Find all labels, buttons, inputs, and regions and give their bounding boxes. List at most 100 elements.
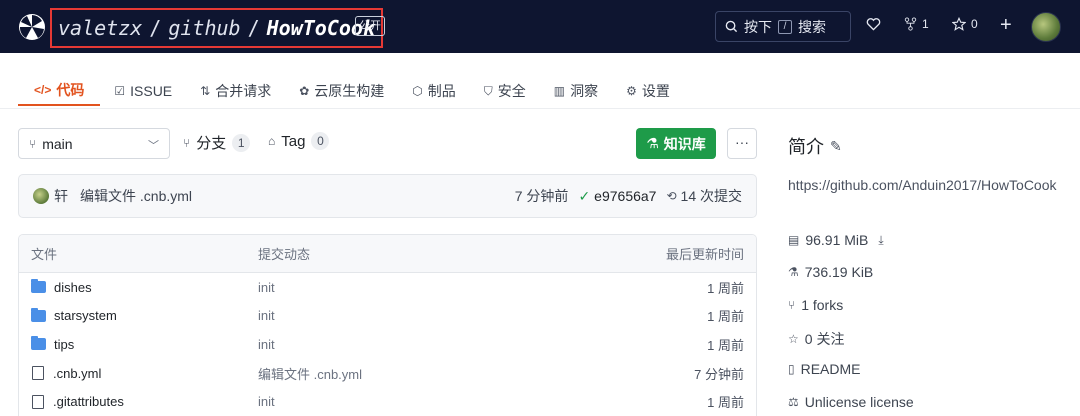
book-icon: ▯ — [788, 362, 795, 376]
tags-label: Tag — [281, 132, 306, 150]
file-time: 1 周前 — [707, 337, 744, 353]
file-name[interactable]: starsystem — [54, 308, 117, 323]
license-label: Unlicense license — [804, 394, 914, 410]
user-avatar[interactable] — [1031, 12, 1061, 42]
commit-hash: e97656a7 — [594, 188, 657, 204]
file-icon — [32, 366, 44, 381]
tab-code[interactable]: </> 代码 — [18, 76, 101, 106]
commit-message[interactable]: 编辑文件 .cnb.yml — [80, 186, 192, 206]
tags-count: 0 — [311, 132, 330, 150]
tab-security[interactable]: ⛉ 安全 — [470, 76, 540, 106]
breadcrumb-group[interactable]: github — [168, 16, 240, 40]
folder-icon — [31, 336, 46, 351]
fork-button[interactable]: 1 — [904, 17, 929, 31]
issue-icon: ☑ — [114, 84, 126, 98]
file-icon — [32, 394, 44, 409]
file-table: 文件 提交动态 最后更新时间 dishes init 1 周前 starsyst… — [18, 234, 757, 416]
law-icon: ⚖ — [788, 395, 799, 409]
plus-icon[interactable]: + — [1000, 14, 1012, 37]
table-row[interactable]: .cnb.yml 编辑文件 .cnb.yml 7 分钟前 — [19, 359, 756, 388]
readme-label: README — [800, 361, 861, 377]
branch-icon: ⑂ — [29, 136, 37, 151]
branch-icon: ⑂ — [183, 135, 191, 150]
repo-description-link[interactable]: https://github.com/Anduin2017/HowToCook — [788, 175, 1068, 196]
tab-divider — [0, 108, 1080, 109]
file-time: 1 周前 — [707, 309, 744, 325]
file-name[interactable]: .cnb.yml — [53, 366, 101, 381]
file-name[interactable]: tips — [54, 337, 74, 352]
fork-count: 1 — [922, 17, 929, 31]
tags-link[interactable]: ⌂ Tag 0 — [268, 132, 330, 150]
visibility-badge: 公开 — [355, 16, 385, 36]
top-navbar: valetzx / github / HowToCook 公开 按下 / 搜索 … — [0, 0, 1080, 53]
file-name[interactable]: dishes — [54, 280, 92, 295]
branch-selector[interactable]: ⑂ main ﹀ — [18, 128, 170, 159]
package-icon: ⬡ — [412, 84, 423, 98]
star-button[interactable]: 0 — [952, 17, 978, 31]
commit-history-link[interactable]: ⟲ 14 次提交 — [666, 186, 742, 206]
file-commit[interactable]: init — [258, 308, 275, 323]
branch-name: main — [42, 135, 73, 152]
cnb-logo-icon[interactable] — [18, 13, 46, 41]
forks-value: 1 forks — [801, 297, 844, 313]
tab-settings[interactable]: ⚙ 设置 — [612, 76, 684, 106]
shield-icon: ⛉ — [483, 83, 493, 98]
file-name[interactable]: .gitattributes — [53, 394, 124, 409]
lfs-size-value: 736.19 KiB — [804, 264, 874, 280]
tab-pull-requests[interactable]: ⇅ 合并请求 — [186, 76, 285, 106]
branches-count: 1 — [232, 133, 251, 152]
breadcrumb-owner[interactable]: valetzx — [58, 16, 142, 40]
search-hint-label: 按下 — [744, 18, 772, 35]
table-row[interactable]: tips init 1 周前 — [19, 330, 756, 359]
file-commit[interactable]: init — [258, 337, 275, 352]
download-icon[interactable]: ⤓ — [878, 233, 883, 248]
branches-link[interactable]: ⑂ 分支 1 — [183, 132, 251, 153]
tab-issue[interactable]: ☑ ISSUE — [100, 76, 186, 106]
more-options-button[interactable]: ··· — [727, 128, 757, 159]
star-icon — [952, 17, 966, 31]
search-button[interactable]: 按下 / 搜索 — [715, 11, 851, 42]
file-commit[interactable]: init — [258, 280, 275, 295]
repo-tabs: </> 代码 ☑ ISSUE ⇅ 合并请求 ✿ 云原生构建 ⬡ 制品 ⛉ 安全 … — [18, 76, 684, 108]
license-link[interactable]: ⚖ Unlicense license — [788, 394, 914, 410]
file-time: 7 分钟前 — [694, 366, 744, 382]
commit-hash-link[interactable]: ✓ e97656a7 — [578, 188, 656, 205]
branches-label: 分支 — [196, 135, 227, 152]
commit-author[interactable]: 轩 — [54, 186, 68, 206]
knowledge-base-label: 知识库 — [663, 135, 706, 152]
stars-value: 0 关注 — [804, 331, 845, 347]
tab-label: 设置 — [641, 83, 670, 99]
tab-insights[interactable]: ▥ 洞察 — [540, 76, 612, 106]
table-row[interactable]: dishes init 1 周前 — [19, 273, 756, 302]
search-icon — [725, 20, 738, 33]
search-action-label: 搜索 — [798, 18, 826, 35]
heart-icon[interactable] — [866, 17, 881, 31]
check-icon: ✓ — [578, 187, 591, 204]
star-icon: ☆ — [788, 332, 799, 346]
lfs-size: ⚗ 736.19 KiB — [788, 264, 873, 280]
star-count: 0 — [971, 17, 978, 31]
readme-link[interactable]: ▯ README — [788, 361, 861, 377]
tag-icon: ⌂ — [268, 134, 276, 148]
file-commit[interactable]: init — [258, 394, 275, 409]
folder-icon — [31, 307, 46, 322]
table-row[interactable]: starsystem init 1 周前 — [19, 302, 756, 331]
file-commit[interactable]: 编辑文件 .cnb.yml — [258, 364, 362, 383]
tab-packages[interactable]: ⬡ 制品 — [398, 76, 469, 106]
stars-link[interactable]: ☆ 0 关注 — [788, 329, 844, 349]
chevron-down-icon: ﹀ — [148, 140, 159, 152]
commit-author-avatar[interactable] — [33, 188, 49, 204]
table-row[interactable]: .gitattributes init 1 周前 — [19, 387, 756, 416]
pull-request-icon: ⇅ — [200, 84, 211, 98]
about-title-text: 简介 — [788, 137, 824, 157]
breadcrumb-separator: / — [247, 16, 260, 40]
tab-label: 制品 — [427, 83, 456, 99]
forks-link[interactable]: ⑂ 1 forks — [788, 297, 843, 313]
repo-breadcrumb: valetzx / github / HowToCook — [50, 8, 384, 48]
knowledge-base-button[interactable]: ⚗ 知识库 — [636, 128, 716, 159]
breadcrumb-separator: / — [149, 16, 162, 40]
tab-label: 代码 — [56, 82, 85, 98]
edit-icon[interactable]: ✎ — [830, 138, 842, 155]
tab-build[interactable]: ✿ 云原生构建 — [285, 76, 398, 106]
folder-icon — [31, 279, 46, 294]
